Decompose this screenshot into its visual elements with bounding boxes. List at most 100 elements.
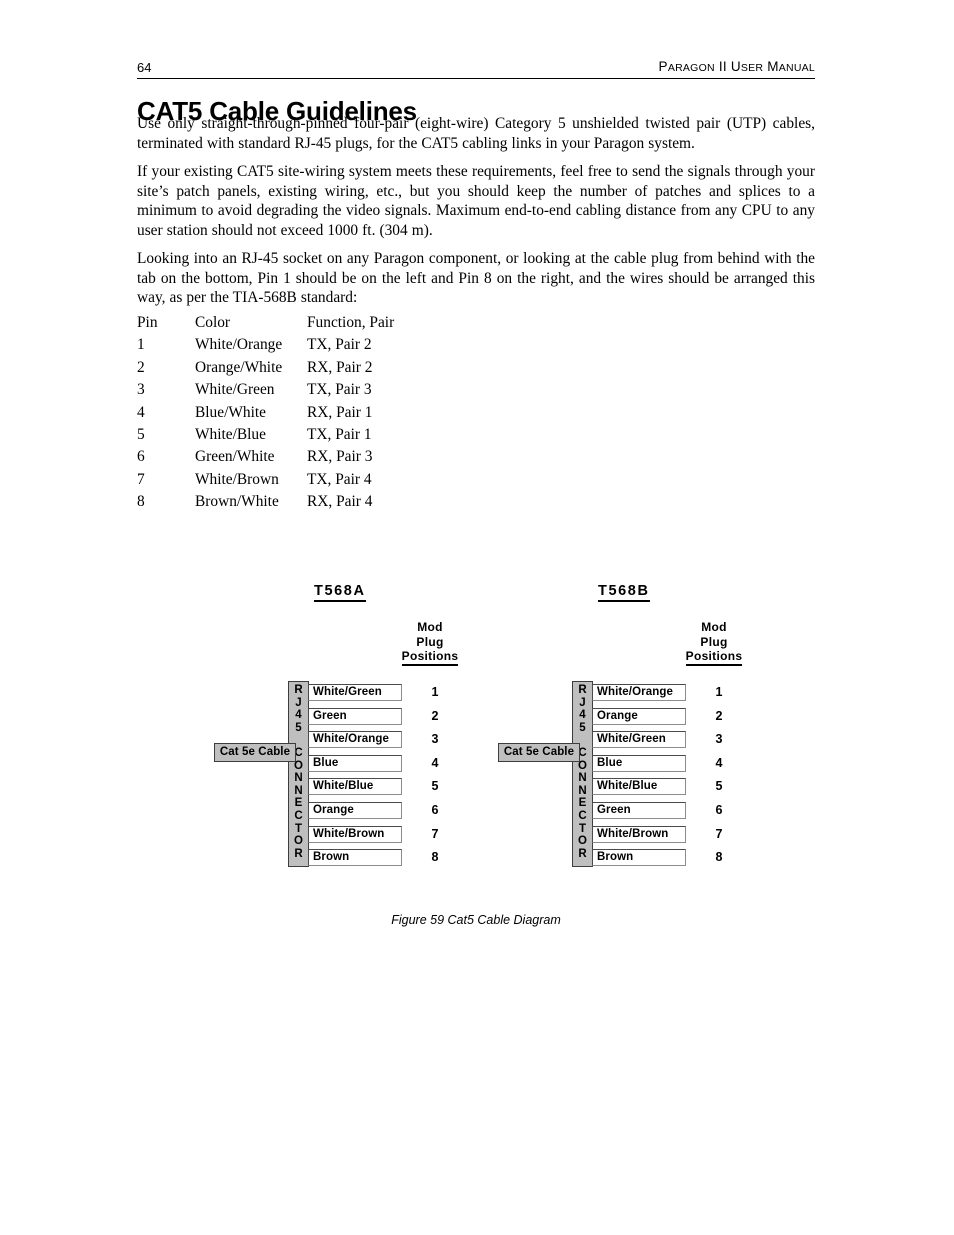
- wire-position-number: 1: [715, 685, 723, 699]
- connector-letter: R: [578, 847, 587, 860]
- wire-color-box: White/Orange: [308, 731, 402, 749]
- cell-pin: 1: [137, 336, 145, 354]
- table-row: 8 Brown/White RX, Pair 4: [137, 492, 427, 514]
- connector-letter: 4: [295, 709, 302, 722]
- wire-color-box: Green: [592, 802, 686, 819]
- cell-color: White/Blue: [195, 425, 266, 443]
- cell-color: Orange/White: [195, 358, 283, 376]
- mod-plug-line-3: Positions: [685, 649, 743, 666]
- connector-letter: C: [294, 809, 303, 822]
- mod-plug-line-2: Plug: [700, 634, 728, 649]
- cell-function: TX, Pair 3: [307, 381, 372, 399]
- connector-letter: T: [294, 822, 303, 835]
- wire-row: White/Brown 7: [308, 825, 473, 843]
- wire-color-box: White/Brown: [308, 825, 402, 843]
- connector-letter: N: [294, 772, 303, 785]
- wire-color-box: White/Brown: [592, 825, 686, 843]
- wire-position-number: 3: [431, 732, 439, 747]
- wire-color-box: White/Blue: [592, 778, 686, 796]
- table-row: 3 White/Green TX, Pair 3: [137, 380, 427, 402]
- wire-position-number: 1: [431, 685, 439, 699]
- wire-row: White/Blue 5: [592, 778, 757, 796]
- table-header-row: Pin Color Function, Pair: [137, 313, 427, 335]
- cat5e-cable-tab: Cat 5e Cable: [214, 743, 296, 762]
- cell-function: TX, Pair 2: [307, 336, 372, 354]
- mod-plug-positions-label: Mod Plug Positions: [672, 620, 756, 666]
- wire-color-box: Blue: [592, 754, 686, 772]
- cell-color: Green/White: [195, 448, 275, 466]
- mod-plug-line-3: Positions: [401, 649, 459, 666]
- column-header-pin: Pin: [137, 314, 158, 331]
- table-row: 2 Orange/White RX, Pair 2: [137, 358, 427, 380]
- connector-letter: T: [578, 822, 587, 835]
- wire-row: Green 2: [308, 707, 473, 725]
- cat5e-cable-tab: Cat 5e Cable: [498, 743, 580, 762]
- wire-position-number: 5: [715, 779, 723, 794]
- body-text: Use only straight-through-pinned four-pa…: [137, 114, 815, 308]
- wire-row: Blue 4: [592, 754, 757, 772]
- cell-color: White/Orange: [195, 336, 283, 354]
- diagram-title: T568B: [598, 583, 650, 602]
- wire-color-box: Blue: [308, 754, 402, 772]
- connector-letter: O: [578, 835, 587, 848]
- connector-letter: E: [578, 797, 587, 810]
- pin-assignment-table: Pin Color Function, Pair 1 White/Orange …: [137, 313, 427, 515]
- wire-row: White/Brown 7: [592, 825, 757, 843]
- connector-letter: R: [578, 684, 587, 696]
- connector-letter: 5: [579, 721, 586, 734]
- cell-function: TX, Pair 1: [307, 425, 372, 443]
- cell-color: Brown/White: [195, 493, 279, 511]
- cell-pin: 6: [137, 448, 145, 466]
- wire-row: Green 6: [592, 802, 757, 819]
- cell-color: White/Brown: [195, 470, 279, 488]
- page-number: 64: [137, 60, 152, 75]
- wire-color-box: White/Green: [592, 731, 686, 749]
- connector-letter: 4: [579, 709, 586, 722]
- wire-position-number: 2: [715, 708, 723, 723]
- wire-position-number: 8: [431, 850, 439, 865]
- paragraph: If your existing CAT5 site-wiring system…: [137, 163, 815, 239]
- wire-position-number: 6: [431, 803, 439, 817]
- cell-function: TX, Pair 4: [307, 470, 372, 488]
- cell-pin: 8: [137, 493, 145, 511]
- wire-position-number: 4: [715, 755, 723, 770]
- mod-plug-positions-label: Mod Plug Positions: [388, 620, 472, 666]
- connector-letter: J: [579, 696, 586, 709]
- cell-function: RX, Pair 3: [307, 448, 373, 466]
- table-row: 7 White/Brown TX, Pair 4: [137, 470, 427, 492]
- cell-pin: 4: [137, 403, 145, 421]
- wire-color-box: Orange: [308, 802, 402, 819]
- wire-row: White/Orange 1: [592, 684, 757, 701]
- wire-row: White/Blue 5: [308, 778, 473, 796]
- page-header: 64 PARAGON II USER MANUAL: [137, 54, 815, 79]
- connector-letter: O: [294, 835, 303, 848]
- figure-caption: Figure 59 Cat5 Cable Diagram: [391, 913, 561, 927]
- connector-letter: E: [294, 797, 303, 810]
- paragraph: Use only straight-through-pinned four-pa…: [137, 115, 815, 152]
- wire-color-box: Green: [308, 707, 402, 725]
- connector-letter: R: [294, 684, 303, 696]
- table-row: 5 White/Blue TX, Pair 1: [137, 425, 427, 447]
- column-header-function: Function, Pair: [307, 314, 395, 331]
- connector-letter: N: [294, 784, 303, 797]
- table-row: 6 Green/White RX, Pair 3: [137, 447, 427, 469]
- connector-letter: N: [578, 772, 587, 785]
- wire-position-number: 5: [431, 779, 439, 794]
- running-title-text: PARAGON II USER MANUAL: [658, 59, 815, 75]
- wire-row: Orange 2: [592, 707, 757, 725]
- wire-position-number: 2: [431, 708, 439, 723]
- wire-color-box: Brown: [308, 849, 402, 867]
- wire-row: White/Green 3: [592, 731, 757, 749]
- paragraph: Looking into an RJ-45 socket on any Para…: [137, 250, 815, 306]
- cell-function: RX, Pair 4: [307, 493, 373, 511]
- cell-pin: 3: [137, 381, 145, 399]
- wire-row: Brown 8: [592, 849, 757, 867]
- mod-plug-line-1: Mod: [701, 620, 727, 634]
- wire-position-number: 8: [715, 850, 723, 865]
- table-row: 1 White/Orange TX, Pair 2: [137, 335, 427, 357]
- running-title: PARAGON II USER MANUAL: [659, 60, 815, 78]
- wire-color-box: Brown: [592, 849, 686, 867]
- connector-letter: J: [295, 696, 302, 709]
- cell-function: RX, Pair 1: [307, 403, 373, 421]
- connector-letter: 5: [295, 721, 302, 734]
